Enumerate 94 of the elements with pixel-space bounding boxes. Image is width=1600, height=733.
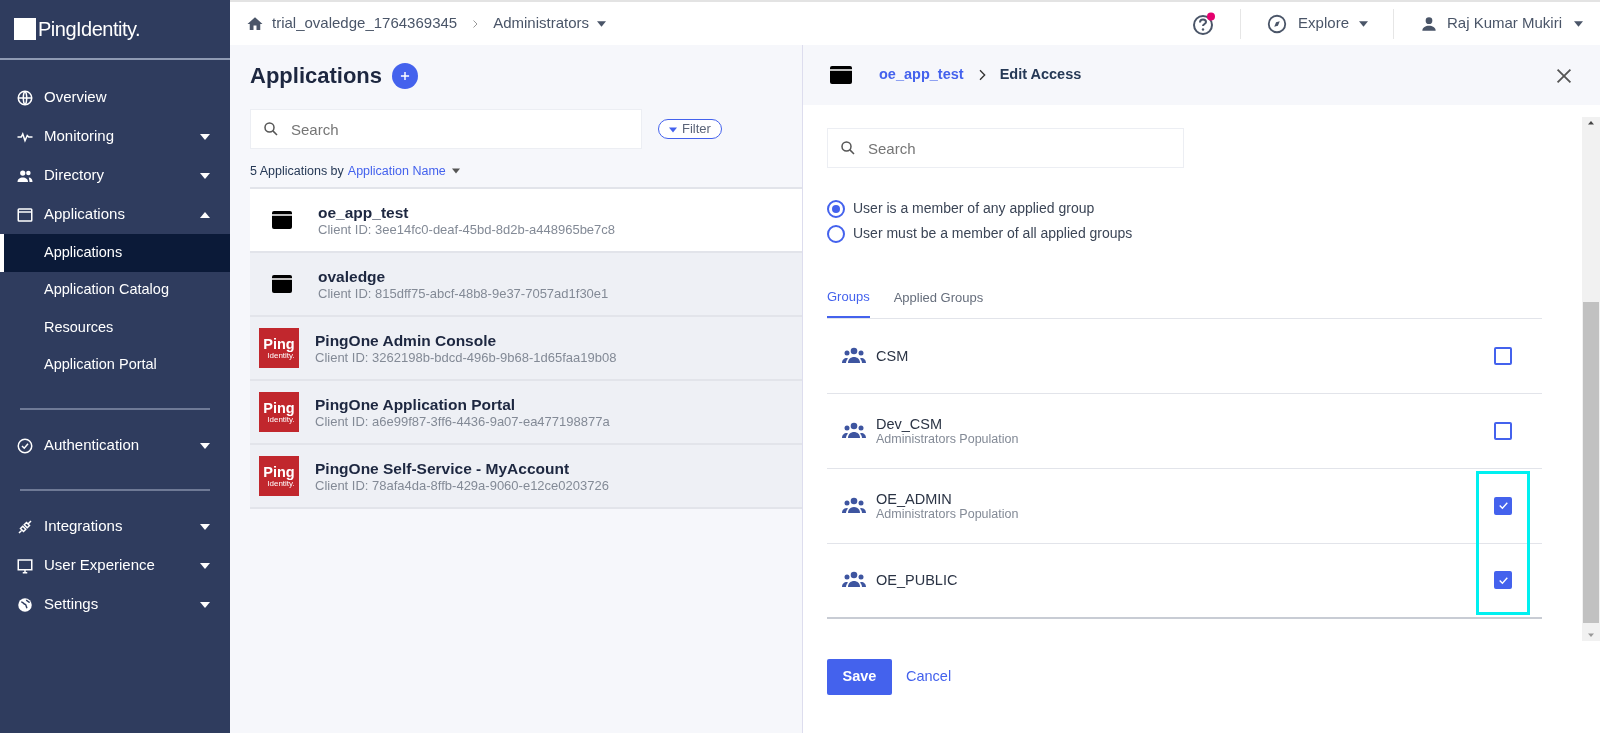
group-row[interactable]: Dev_CSM Administrators Population [827, 393, 1542, 469]
logo-text: PingIdentity. [38, 17, 141, 42]
logo-square-icon [14, 18, 36, 40]
tab[interactable]: Applied Groups [893, 286, 984, 318]
nav-label: Overview [44, 87, 107, 108]
caret-icon [200, 133, 210, 140]
application-row[interactable]: oe_app_test Client ID: 3ee14fc0-deaf-45bd-8d2b-a448965be7c8 [250, 189, 802, 254]
checkbox[interactable] [1494, 571, 1512, 589]
radio-option[interactable]: User is a member of any applied group [827, 196, 1558, 221]
client-id: Client ID: 815dff75-abcf-48b8-9e37-7057ad1f30e1 [318, 285, 609, 301]
nav-subitem[interactable]: Applications [0, 234, 230, 272]
save-button[interactable]: Save [827, 658, 892, 695]
group-row[interactable]: CSM [827, 318, 1542, 394]
sort-link[interactable]: Application Name [347, 162, 446, 181]
app-logo: Ping Identity. [259, 456, 299, 497]
client-id: Client ID: 3ee14fc0-deaf-45bd-8d2b-a448965be7c8 [318, 221, 616, 237]
nav-label: Directory [44, 165, 104, 186]
nav-item[interactable]: Monitoring [0, 117, 230, 156]
nav-label: Authentication [44, 435, 140, 456]
cancel-link[interactable]: Cancel [900, 664, 958, 689]
help-icon[interactable] [1192, 11, 1217, 36]
globe-icon [16, 595, 34, 614]
nav-item[interactable]: Settings [0, 585, 230, 624]
nav-label: User Experience [44, 555, 155, 576]
nav-subitem[interactable]: Application Portal [0, 346, 230, 384]
client-id: Client ID: 78afa4da-8ffb-429a-9060-e12ce0203726 [315, 477, 609, 493]
app-name: PingOne Admin Console [315, 331, 498, 350]
nav-label: Integrations [44, 516, 123, 537]
add-button[interactable] [392, 63, 418, 90]
caret-icon [200, 601, 210, 608]
nav-label: Monitoring [44, 126, 115, 147]
nav-label: Settings [44, 594, 99, 615]
caret-icon [1574, 20, 1583, 27]
nav-item[interactable]: Overview [0, 78, 230, 117]
group-name: Dev_CSM [876, 415, 944, 432]
app-name: PingOne Self-Service - MyAccount [315, 459, 571, 478]
group-name: OE_ADMIN [876, 490, 953, 507]
window-icon [16, 205, 34, 224]
tab[interactable]: Groups [827, 286, 870, 318]
radio-option[interactable]: User must be a member of all applied groups [827, 221, 1558, 246]
caret-icon [200, 523, 210, 530]
group-name: OE_PUBLIC [876, 572, 958, 588]
group-name: CSM [876, 347, 909, 364]
checkbox[interactable] [1494, 421, 1512, 440]
client-id: Client ID: 3262198b-bdcd-496b-9b68-1d65faa19b08 [315, 349, 617, 365]
caret-icon [200, 211, 210, 218]
breadcrumb-link[interactable]: Administrators [493, 12, 590, 35]
client-id: Client ID: a6e99f87-3ff6-4436-9a07-ea477198877a [315, 413, 610, 429]
nav-item[interactable]: Authentication [0, 426, 230, 465]
nav-item[interactable]: Directory [0, 156, 230, 195]
application-row[interactable]: Ping Identity. PingOne Admin Console Client ID: 3262198b-bdcd-496b-9b68-1d65faa19b08 [250, 317, 802, 382]
nav-item[interactable]: User Experience [0, 546, 230, 585]
caret-icon [200, 442, 210, 449]
caret-icon [200, 562, 210, 569]
group-population: Administrators Population [876, 506, 1019, 521]
compass-icon [1266, 12, 1289, 35]
search-field[interactable]: Search [827, 128, 1184, 168]
result-count: 5 Applications by [250, 163, 344, 180]
scrollbar[interactable] [1582, 117, 1600, 641]
panel-title: Edit Access [999, 65, 1082, 85]
application-row[interactable]: Ping Identity. PingOne Application Portal Client ID: a6e99f87-3ff6-4436-9a07-ea477198877a [250, 381, 802, 446]
app-name: PingOne Application Portal [315, 395, 517, 414]
caret-icon [1358, 20, 1368, 27]
app-logo: Ping Identity. [259, 392, 299, 433]
checkbox[interactable] [1494, 496, 1512, 515]
nav-subitem[interactable]: Application Catalog [0, 271, 230, 309]
page-title: Applications [250, 63, 382, 90]
globe-icon [16, 88, 34, 107]
caret-icon [451, 168, 460, 175]
plug-icon [16, 517, 34, 536]
group-population: Administrators Population [876, 431, 1019, 446]
caret-icon [669, 126, 677, 133]
breadcrumb-link[interactable]: oe_app_test [879, 64, 964, 86]
nav-label: Applications [44, 204, 125, 225]
app-name: ovaledge [318, 267, 387, 286]
nav-subitem[interactable]: Resources [0, 309, 230, 347]
breadcrumb-link[interactable]: trial_ovaledge_1764369345 [272, 12, 458, 35]
monitor-icon [16, 556, 34, 575]
search-field[interactable]: Search [250, 109, 642, 150]
filter-button[interactable]: Filter [658, 119, 722, 140]
window-icon [829, 63, 853, 87]
nav-item[interactable]: Integrations [0, 507, 230, 546]
app-logo: Ping Identity. [259, 328, 299, 369]
caret-icon [200, 172, 210, 179]
caret-icon [597, 20, 607, 27]
user-menu[interactable]: Raj Kumar Mukiri [1417, 11, 1584, 36]
checkbox[interactable] [1494, 346, 1512, 365]
check-circle-icon [16, 436, 34, 455]
app-name: oe_app_test [318, 203, 410, 222]
search-icon [839, 139, 857, 157]
explore-menu[interactable]: Explore [1265, 11, 1369, 36]
nav-item[interactable]: Applications [0, 195, 230, 234]
application-row[interactable]: ovaledge Client ID: 815dff75-abcf-48b8-9e37-7057ad1f30e1 [250, 253, 802, 318]
application-row[interactable]: Ping Identity. PingOne Self-Service - MyAccount Client ID: 78afa4da-8ffb-429a-9060-e12ce0203726 [250, 445, 802, 510]
